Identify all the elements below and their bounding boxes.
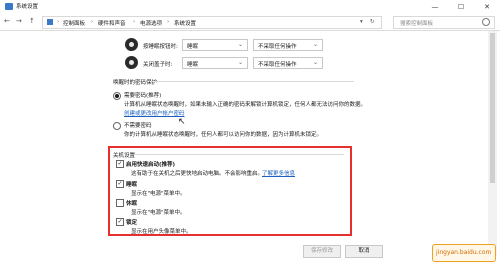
require-password-title: 需要密码(推荐): [124, 93, 162, 99]
fast-startup-desc: 这有助于在关机之后更快地启动电脑。不会影响重启。: [131, 171, 264, 177]
chevron-down-icon: ⌄: [312, 59, 318, 66]
lid-icon: [125, 56, 138, 69]
no-password-radio[interactable]: [113, 122, 121, 130]
lid-close-label: 关闭盖子时:: [143, 62, 173, 68]
breadcrumb-separator: ›: [91, 19, 94, 25]
app-icon: [5, 3, 13, 10]
breadcrumb-item[interactable]: 控制面板: [63, 19, 85, 27]
hibernate-checkbox[interactable]: [116, 199, 124, 207]
lock-desc: 显示在用户头像菜单中。: [131, 229, 192, 235]
chevron-down-icon: ⌄: [312, 41, 318, 48]
address-bar[interactable]: › 控制面板 › 硬件和声音 › 电源选项 › 系统设置 ▾ ↻: [42, 16, 382, 29]
require-password-radio[interactable]: [113, 92, 121, 100]
vertical-scrollbar[interactable]: [488, 31, 497, 256]
power-button-icon: [125, 38, 138, 51]
create-password-link[interactable]: 创建或更改用户帐户密码: [124, 109, 185, 117]
search-input[interactable]: 搜索控制面板: [393, 16, 495, 29]
sleep-button-label: 按睡眠按钮时:: [143, 44, 178, 50]
up-arrow-icon[interactable]: ↑: [29, 17, 35, 25]
learn-more-link[interactable]: 了解更多信息: [262, 169, 295, 177]
search-placeholder: 搜索控制面板: [400, 21, 434, 27]
watermark-text: jingyan.baidu.com: [436, 249, 492, 256]
lock-title: 锁定: [126, 220, 138, 226]
chevron-down-icon[interactable]: ▾: [360, 19, 363, 25]
breadcrumb-item[interactable]: 系统设置: [174, 19, 196, 27]
breadcrumb-separator: ›: [133, 19, 136, 25]
breadcrumb-separator: ›: [57, 19, 60, 25]
save-button[interactable]: 保存修改: [303, 245, 341, 258]
breadcrumb-item[interactable]: 硬件和声音: [98, 19, 126, 27]
scrollbar-thumb[interactable]: [490, 33, 495, 183]
breadcrumb-separator: ›: [167, 19, 170, 25]
title-bar: 系统设置 — ☐ ✕: [0, 0, 500, 15]
window-title: 系统设置: [16, 4, 39, 10]
sleep-button-battery-select[interactable]: 睡眠 ⌄: [182, 39, 248, 51]
section-divider: [151, 81, 354, 82]
forward-arrow-icon[interactable]: →: [16, 17, 22, 25]
no-password-title: 不需要密码: [124, 123, 152, 129]
refresh-icon[interactable]: ↻: [370, 19, 375, 25]
close-button[interactable]: ✕: [474, 0, 500, 14]
hibernate-desc: 显示在"电源"菜单中。: [131, 210, 186, 216]
section-divider: [134, 154, 344, 155]
minimize-button[interactable]: —: [422, 0, 448, 14]
sleep-checkbox[interactable]: ✓: [116, 180, 124, 188]
fast-startup-title: 启用快速启动(推荐): [126, 162, 176, 168]
chevron-down-icon: ⌄: [237, 41, 243, 48]
fast-startup-checkbox[interactable]: ✓: [116, 160, 124, 168]
lock-checkbox[interactable]: ✓: [116, 218, 124, 226]
lid-close-battery-select[interactable]: 睡眠 ⌄: [182, 57, 248, 69]
breadcrumb-item[interactable]: 电源选项: [140, 19, 162, 27]
maximize-button[interactable]: ☐: [448, 0, 474, 14]
chevron-down-icon: ⌄: [237, 59, 243, 66]
control-panel-icon: [47, 19, 53, 25]
require-password-desc: 计算机从睡眠状态唤醒时，如果未输入正确的密码来解锁计算机锁定，任何人都无法访问你…: [124, 102, 367, 108]
shutdown-section-heading: 关机设置: [113, 153, 136, 159]
mouse-cursor-icon: ↖: [178, 117, 186, 127]
hibernate-title: 休眠: [126, 201, 138, 207]
watermark: jingyan.baidu.com: [432, 244, 496, 262]
sleep-title: 睡眠: [126, 182, 138, 188]
back-arrow-icon[interactable]: ←: [4, 17, 10, 25]
search-icon[interactable]: [482, 18, 490, 26]
sleep-desc: 显示在"电源"菜单中。: [131, 191, 186, 197]
cancel-button[interactable]: 取消: [345, 245, 383, 258]
no-password-desc: 你的计算机从睡眠状态唤醒时，任何人都可以访问你的数据，因为计算机未锁定。: [124, 132, 323, 138]
password-section-heading: 唤醒时的密码保护: [113, 80, 158, 86]
navigation-bar: ← → ↑ › 控制面板 › 硬件和声音 › 电源选项 › 系统设置 ▾ ↻ 搜…: [0, 14, 500, 31]
lid-close-plugged-select[interactable]: 不采取任何操作 ⌄: [253, 57, 323, 69]
sleep-button-plugged-select[interactable]: 不采取任何操作 ⌄: [253, 39, 323, 51]
